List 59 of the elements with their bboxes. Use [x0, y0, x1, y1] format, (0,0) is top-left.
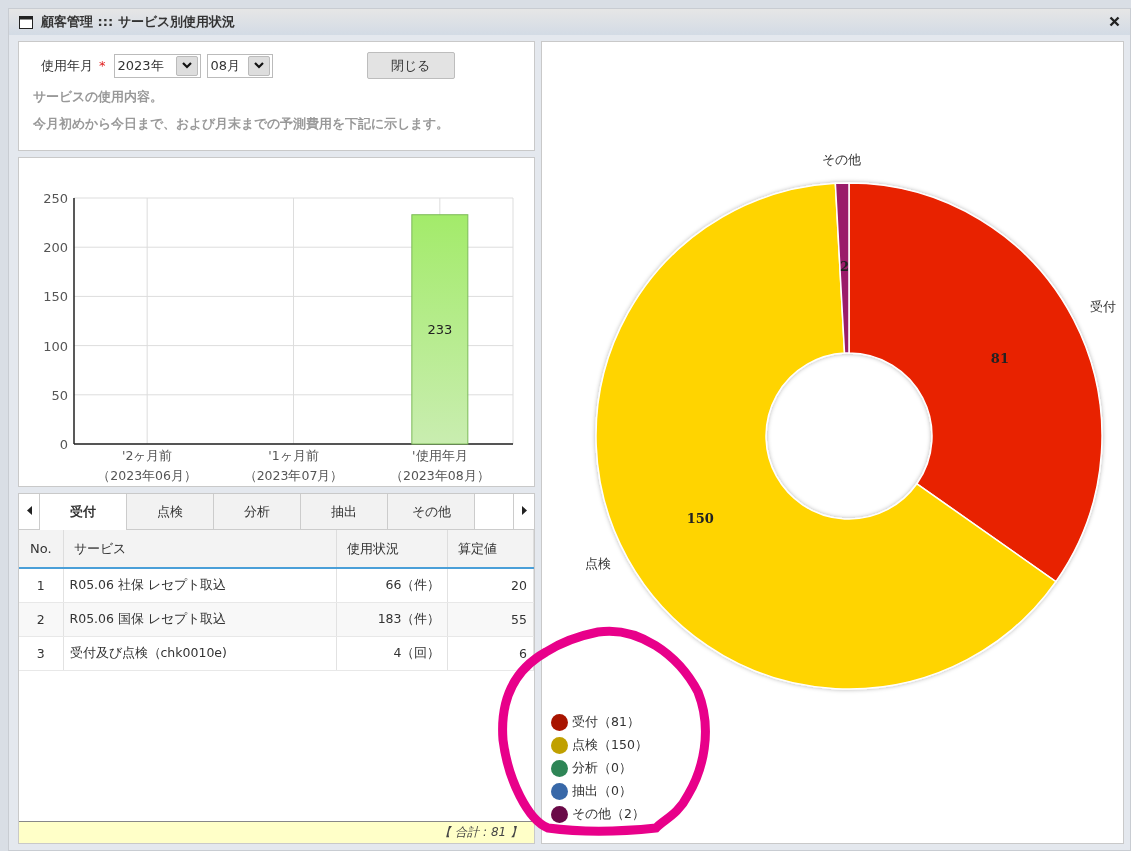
category-label: '1ヶ月前: [268, 448, 319, 463]
table-cell: 183（件）: [336, 602, 447, 637]
tab[interactable]: 分析: [213, 494, 300, 529]
year-select[interactable]: 2023年: [113, 53, 201, 78]
close-icon: [1109, 16, 1120, 27]
table-cell: 66（件）: [336, 568, 447, 603]
legend-label: 抽出（0）: [572, 783, 632, 800]
window-icon: [19, 15, 33, 29]
legend-label: 受付（81）: [572, 714, 640, 731]
table-cell: 4（回）: [336, 636, 447, 671]
period-label: （2023年06月）: [97, 468, 198, 483]
axis-tick-label: 0: [59, 437, 68, 452]
legend-label: 分析（0）: [572, 760, 632, 777]
slice-label: 点検: [585, 555, 612, 571]
axis-tick-label: 150: [43, 289, 68, 305]
description-text: 今月初めから今日まで、および月末までの予測費用を下記に示します。: [32, 116, 450, 133]
category-label: '2ヶ月前: [121, 448, 173, 463]
table-cell: 1: [19, 568, 63, 603]
period-label: （2023年07月）: [243, 468, 344, 483]
month-select[interactable]: 08月: [206, 53, 273, 78]
bar-value-label: 233: [427, 322, 453, 338]
table-cell: R05.06 国保 レセプト取込: [63, 602, 336, 637]
axis-tick-label: 200: [43, 240, 68, 256]
chevron-down-icon: [181, 62, 192, 69]
description-text: サービスの使用内容。: [32, 89, 164, 106]
table-cell: 55: [447, 602, 534, 637]
tab[interactable]: 点検: [126, 494, 213, 529]
column-header: No.: [19, 530, 63, 568]
slice-value-label: 2: [839, 259, 849, 275]
column-header: 算定値: [447, 530, 534, 568]
period-label: （2023年08月）: [389, 468, 490, 483]
table-cell: R05.06 社保 レセプト取込: [63, 568, 336, 603]
axis-tick-label: 100: [43, 338, 68, 354]
triangle-left-icon: [26, 506, 32, 515]
table-cell: 3: [19, 636, 63, 671]
column-header: 使用状況: [336, 530, 447, 568]
slice-value-label: 150: [686, 511, 714, 527]
slice-label: 受付: [1090, 298, 1117, 314]
category-label: '使用年月: [412, 448, 468, 463]
window-title: 顧客管理 ::: サービス別使用状況: [41, 13, 236, 31]
table-cell: 2: [19, 602, 63, 637]
tab[interactable]: 抽出: [300, 494, 387, 529]
column-header: サービス: [63, 530, 336, 568]
axis-tick-label: 50: [51, 387, 68, 403]
table-cell: 受付及び点検（chk0010e): [63, 636, 336, 671]
tab[interactable]: 受付: [39, 494, 126, 530]
slice-label: その他: [822, 152, 862, 168]
chevron-down-icon: [253, 62, 264, 69]
legend-label: その他（2）: [572, 806, 645, 823]
table-cell: 20: [447, 568, 534, 603]
total-footer: 【 合計 : 81 】: [19, 821, 534, 843]
required-mark: *: [99, 58, 106, 73]
close-dialog-button[interactable]: 閉じる: [366, 52, 455, 79]
tab[interactable]: その他: [387, 494, 474, 529]
legend-label: 点検（150）: [572, 737, 648, 754]
field-label: 使用年月: [41, 56, 93, 75]
axis-tick-label: 250: [43, 191, 68, 206]
triangle-right-icon: [521, 506, 527, 515]
slice-value-label: 81: [990, 350, 1009, 366]
